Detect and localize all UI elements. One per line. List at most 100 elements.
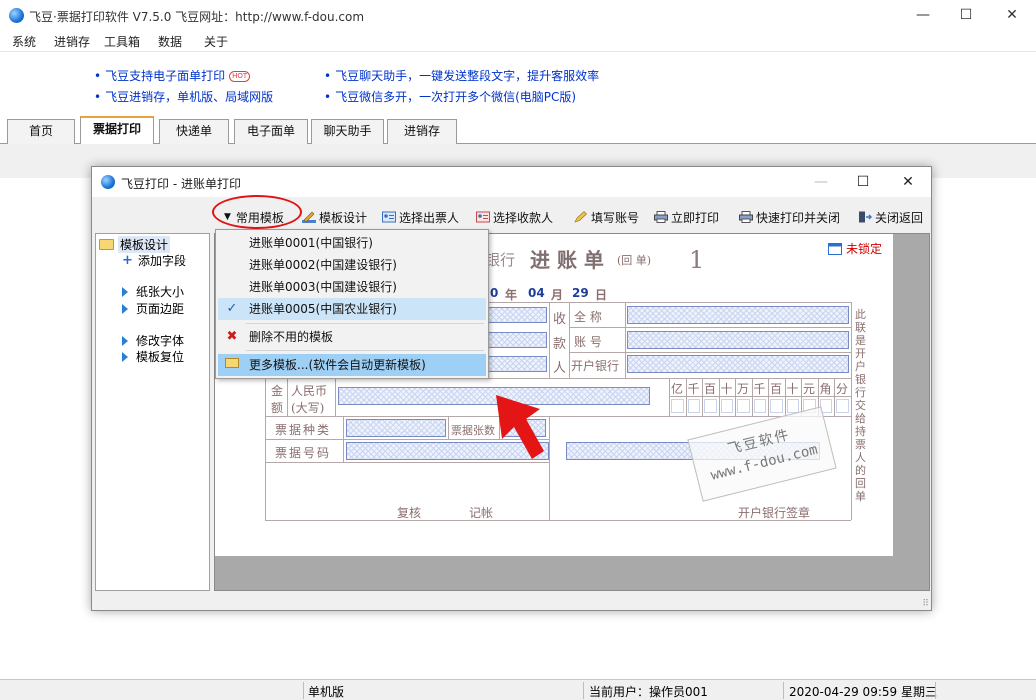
menu-item-template-0003[interactable]: 进账单0003(中国建设银行) [218, 276, 486, 298]
menu-toolbox[interactable]: 工具箱 [104, 33, 140, 50]
menu-inventory[interactable]: 进销存 [54, 33, 90, 50]
date-day-label: 日 [595, 288, 608, 302]
label-review: 复核 [397, 506, 422, 520]
tab-inventory[interactable]: 进销存 [387, 119, 457, 144]
grid-line [569, 327, 851, 328]
menu-separator [246, 323, 484, 324]
maximize-button[interactable]: ☐ [943, 0, 989, 31]
menu-item-delete-unused[interactable]: ✖ 删除不用的模板 [218, 326, 486, 348]
id-card-red-icon [476, 211, 490, 223]
tab-e-waybill[interactable]: 电子面单 [234, 119, 308, 144]
grid-line [569, 302, 570, 378]
status-divider [303, 682, 304, 699]
print-now-button[interactable]: 立即打印 [654, 208, 719, 226]
resize-grip-icon[interactable]: ⠿ [922, 599, 929, 609]
payee-side-3: 人 [553, 361, 567, 376]
slip-title-note: (回 单) [617, 254, 652, 267]
dialog-app-icon [101, 175, 115, 189]
select-payee-button[interactable]: 选择收款人 [476, 208, 553, 226]
grid-line [569, 352, 851, 353]
dialog-minimize-button[interactable]: — [800, 167, 842, 197]
digit-label: 分 [836, 382, 849, 396]
digit-cell[interactable] [836, 399, 849, 413]
tree-item-add-field[interactable]: + 添加字段 [122, 252, 186, 269]
payee-account-field[interactable] [627, 331, 849, 349]
hot-badge: HOT [229, 71, 251, 82]
select-payer-button[interactable]: 选择出票人 [382, 208, 459, 226]
ad-banner: • 飞豆支持电子面单打印 HOT • 飞豆聊天助手，一键发送整段文字，提升客服效率 •… [0, 51, 1036, 115]
date-month-label: 月 [551, 288, 564, 302]
close-return-button[interactable]: 关闭返回 [858, 208, 923, 226]
digit-divider [768, 378, 769, 416]
ad-link-wechat-multi[interactable]: • 飞豆微信多开，一次打开多个微信(电脑PC版) [324, 88, 576, 105]
tree-root-template-design[interactable]: 模板设计 [99, 236, 171, 253]
ad-link-inventory[interactable]: • 飞豆进销存，单机版、局域网版 [94, 88, 273, 105]
grid-line [549, 302, 550, 378]
digit-cell[interactable] [671, 399, 684, 413]
menu-about[interactable]: 关于 [204, 33, 228, 50]
slip-title: 进 账 单 [530, 248, 604, 272]
id-card-icon [382, 211, 396, 223]
digit-divider [735, 378, 736, 416]
date-month: 04 [528, 286, 545, 300]
digit-divider [834, 378, 835, 416]
digit-divider [784, 378, 786, 416]
tab-bill-print[interactable]: 票据打印 [80, 116, 154, 145]
grid-line [549, 416, 550, 520]
tree-item-change-font[interactable]: 修改字体 [122, 332, 184, 349]
template-design-button[interactable]: 模板设计 [302, 208, 367, 226]
dialog-close-button[interactable]: ✕ [887, 167, 929, 197]
ad-link-waybill[interactable]: • 飞豆支持电子面单打印 HOT [94, 67, 251, 84]
deposit-slip-dialog: 飞豆打印 - 进账单打印 — ☐ ✕ ▼ 常用模板 模板设计 选择出票人 选择收款… [91, 166, 932, 611]
tree-item-paper-size[interactable]: 纸张大小 [122, 283, 184, 300]
digit-label: 十 [720, 382, 733, 396]
status-bar: 单机版 当前用户：操作员001 2020-04-29 09:59 星期三 [0, 679, 1036, 700]
amount-label-1: 金 [271, 384, 284, 398]
tree-item-reset-template[interactable]: 模板复位 [122, 348, 184, 365]
tab-home[interactable]: 首页 [7, 119, 75, 144]
slip-side-note: 此联是开户银行交给持票人的回单 [855, 308, 866, 503]
digit-cell[interactable] [753, 399, 766, 413]
menu-item-template-0005[interactable]: ✓ 进账单0005(中国农业银行) [218, 298, 486, 320]
menu-item-template-0002[interactable]: 进账单0002(中国建设银行) [218, 254, 486, 276]
plus-icon: + [122, 252, 133, 268]
payee-bank-field[interactable] [627, 355, 849, 373]
digit-divider [751, 378, 753, 416]
digit-label: 千 [753, 382, 766, 396]
date-day: 29 [572, 286, 589, 300]
menu-separator [246, 350, 484, 351]
digit-cell[interactable] [770, 399, 783, 413]
digit-cell[interactable] [786, 399, 799, 413]
tab-chat-helper[interactable]: 聊天助手 [311, 119, 384, 144]
digit-cell[interactable] [687, 399, 700, 413]
digit-cell[interactable] [737, 399, 750, 413]
payer-account-field[interactable] [485, 332, 547, 348]
digit-label: 百 [770, 382, 783, 396]
quick-print-close-button[interactable]: 快速打印并关闭 [739, 208, 840, 226]
menu-system[interactable]: 系统 [12, 33, 36, 50]
digit-cell[interactable] [720, 399, 733, 413]
menu-item-template-0001[interactable]: 进账单0001(中国银行) [218, 232, 486, 254]
payer-bank-field[interactable] [485, 356, 547, 372]
window-title: 飞豆·票据打印软件 V7.5.0 飞豆网址：http://www.f-dou.c… [29, 10, 365, 24]
fill-account-button[interactable]: 填写账号 [574, 208, 639, 226]
payer-name-field[interactable] [485, 307, 547, 323]
tree-item-page-margin[interactable]: 页面边距 [122, 300, 184, 317]
close-button[interactable]: ✕ [989, 0, 1035, 31]
window-titlebar: 飞豆·票据打印软件 V7.5.0 飞豆网址：http://www.f-dou.c… [0, 0, 1036, 31]
dialog-title: 飞豆打印 - 进账单打印 [121, 177, 241, 191]
slip-copy-number: 1 [689, 246, 705, 274]
ad-link-chat-helper[interactable]: • 飞豆聊天助手，一键发送整段文字，提升客服效率 [324, 67, 599, 84]
status-user: 当前用户：操作员001 [589, 685, 708, 699]
printer-icon [739, 211, 753, 223]
menu-item-more-templates[interactable]: 更多模板...(软件会自动更新模板) [218, 354, 486, 376]
app-logo-icon [9, 8, 24, 23]
digit-cell[interactable] [704, 399, 717, 413]
dialog-maximize-button[interactable]: ☐ [842, 167, 884, 197]
lock-status[interactable]: 未锁定 [828, 240, 882, 257]
bill-type-field[interactable] [346, 419, 446, 437]
menu-data[interactable]: 数据 [158, 33, 182, 50]
payee-name-field[interactable] [627, 306, 849, 324]
tab-express[interactable]: 快递单 [159, 119, 229, 144]
minimize-button[interactable]: — [900, 0, 946, 31]
